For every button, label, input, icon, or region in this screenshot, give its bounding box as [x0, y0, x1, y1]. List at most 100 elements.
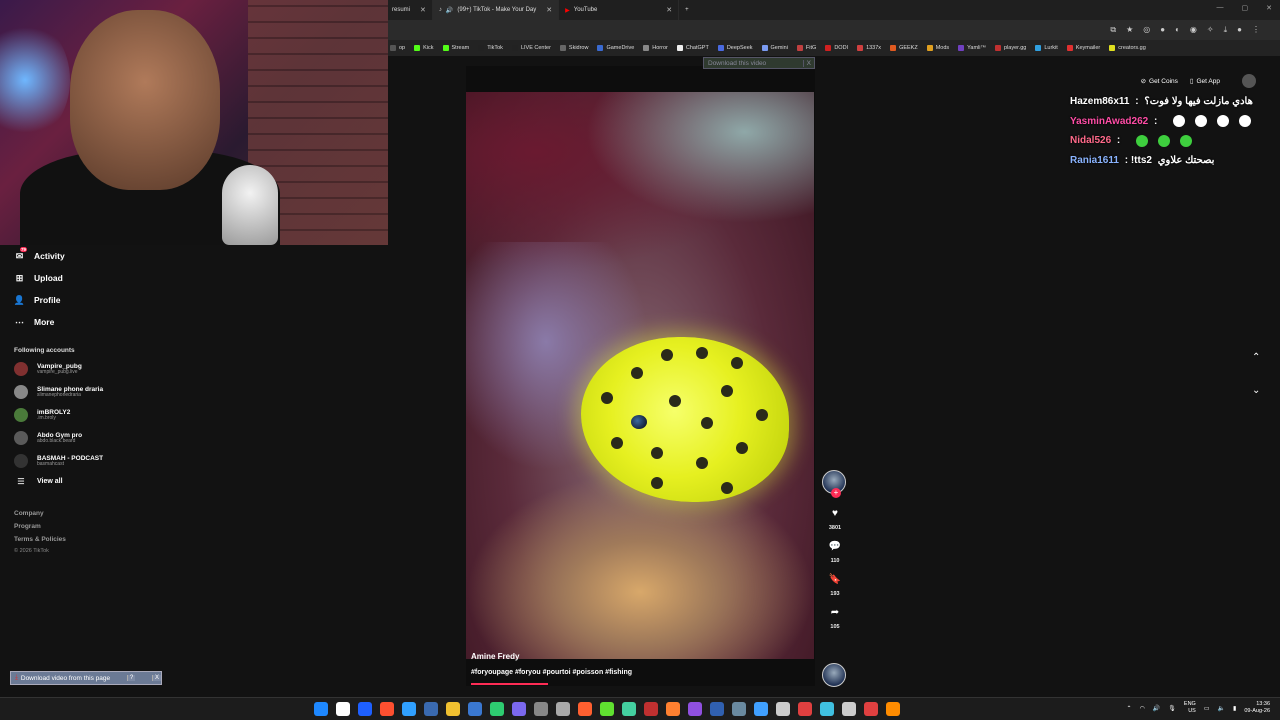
bookmark-item[interactable]: Keymailer	[1066, 45, 1100, 51]
taskbar-app-icon[interactable]	[556, 702, 570, 716]
footer-program-link[interactable]: Program	[0, 523, 230, 530]
video-hashtags[interactable]: #foryoupage #foryou #pourtoi #poisson #f…	[471, 669, 632, 676]
display-icon[interactable]: ▭	[1204, 705, 1210, 712]
taskbar-app-icon[interactable]	[600, 702, 614, 716]
tab-youtube[interactable]: ▶ YouTube ✕	[559, 0, 680, 20]
bookmark-item[interactable]: Stream	[442, 45, 469, 51]
taskbar-app-icon[interactable]	[688, 702, 702, 716]
minimize-icon[interactable]: —	[1217, 4, 1224, 12]
taskbar-app-icon[interactable]	[776, 702, 790, 716]
next-video-icon[interactable]: ⌄	[1252, 385, 1260, 396]
bookmark-item[interactable]: GEEKZ	[890, 45, 918, 51]
taskbar-app-icon[interactable]	[314, 702, 328, 716]
follow-plus-icon[interactable]: +	[831, 488, 841, 498]
download-icon[interactable]: ⤓	[1224, 25, 1228, 35]
bookmark-item[interactable]: ChatGPT	[676, 45, 709, 51]
save-button[interactable]: 🔖 193	[822, 574, 848, 597]
tab-tiktok[interactable]: ♪ 🔊 (99+) TikTok - Make Your Day ✕	[432, 0, 560, 20]
bookmark-item[interactable]: Mods	[926, 45, 949, 51]
bookmark-item[interactable]: LIVE Center	[511, 45, 551, 51]
bookmark-item[interactable]: DeepSeek	[717, 45, 753, 51]
extension-icon[interactable]: ◎	[1143, 25, 1150, 35]
bookmark-item[interactable]: op	[390, 45, 405, 51]
maximize-icon[interactable]: ▢	[1242, 4, 1249, 12]
profile-icon[interactable]: ●	[1237, 25, 1242, 35]
following-account-item[interactable]: Vampire_pubg vampire_pubg.live	[0, 361, 230, 377]
taskbar-app-icon[interactable]	[842, 702, 856, 716]
download-video-bar[interactable]: ⤓ Download video from this page ? X	[10, 671, 162, 685]
taskbar-app-icon[interactable]	[666, 702, 680, 716]
download-this-video-bar[interactable]: Download this video X	[703, 57, 815, 69]
music-disc-avatar[interactable]	[822, 663, 846, 687]
bookmark-item[interactable]: Skidrow	[559, 45, 588, 51]
like-button[interactable]: ♥ 3801	[822, 508, 848, 531]
close-button[interactable]: X	[802, 59, 814, 67]
help-button[interactable]: ?	[126, 675, 136, 681]
taskbar-app-icon[interactable]	[886, 702, 900, 716]
taskbar-app-icon[interactable]	[490, 702, 504, 716]
sidebar-item-more[interactable]: ⋯ More	[0, 311, 230, 333]
taskbar-app-icon[interactable]	[380, 702, 394, 716]
bookmark-item[interactable]: 1337x	[857, 45, 881, 51]
footer-company-link[interactable]: Company	[0, 510, 230, 517]
speaker-icon[interactable]: 🔊	[446, 7, 453, 14]
user-avatar[interactable]	[1242, 74, 1256, 88]
view-all-button[interactable]: ☰ View all	[0, 477, 230, 486]
extension-icon[interactable]: ◐	[1175, 25, 1180, 35]
taskbar-app-icon[interactable]	[446, 702, 460, 716]
language-indicator[interactable]: ENG US	[1184, 701, 1196, 715]
close-icon[interactable]: ✕	[420, 6, 426, 14]
taskbar-app-icon[interactable]	[644, 702, 658, 716]
bookmark-item[interactable]: creators.gg	[1109, 45, 1146, 51]
bookmark-item[interactable]: DODI	[825, 45, 848, 51]
taskbar-app-icon[interactable]	[424, 702, 438, 716]
open-in-app-icon[interactable]: ⧉	[1110, 25, 1116, 35]
speaker-icon[interactable]: 🔈	[1218, 705, 1225, 712]
video-author[interactable]: Amine Fredy	[471, 652, 519, 661]
creator-avatar[interactable]: +	[822, 470, 846, 498]
get-coins-button[interactable]: ⊘ Get Coins	[1141, 77, 1178, 86]
sidebar-item-upload[interactable]: ⊞ Upload	[0, 267, 230, 289]
star-icon[interactable]: ★	[1126, 25, 1133, 35]
tab-resumi[interactable]: resumi ✕	[386, 0, 433, 20]
following-account-item[interactable]: BASMAH - PODCAST basmahcast	[0, 453, 230, 469]
battery-icon[interactable]: ▮	[1233, 705, 1236, 712]
sidebar-item-profile[interactable]: 👤 Profile	[0, 289, 230, 311]
new-tab-button[interactable]: +	[679, 0, 695, 20]
close-window-icon[interactable]: ✕	[1266, 4, 1272, 12]
bookmark-item[interactable]: FitG	[796, 45, 816, 51]
close-icon[interactable]: ✕	[666, 6, 672, 14]
bookmark-item[interactable]: Yamli™	[958, 45, 986, 51]
menu-icon[interactable]: ⋮	[1252, 25, 1260, 35]
taskbar-app-icon[interactable]	[820, 702, 834, 716]
sidebar-item-activity[interactable]: ✉ 79 Activity	[0, 245, 230, 267]
taskbar-app-icon[interactable]	[732, 702, 746, 716]
taskbar-app-icon[interactable]	[622, 702, 636, 716]
taskbar-app-icon[interactable]	[798, 702, 812, 716]
taskbar-app-icon[interactable]	[512, 702, 526, 716]
get-app-button[interactable]: ▯ Get App	[1190, 77, 1220, 86]
puzzle-icon[interactable]: ✧	[1207, 25, 1214, 35]
bookmark-item[interactable]: Kick	[414, 45, 434, 51]
bookmark-item[interactable]: player.gg	[995, 45, 1026, 51]
following-account-item[interactable]: imBROLY2 .im.broly	[0, 407, 230, 423]
extension-icon[interactable]: ●	[1160, 25, 1165, 35]
taskbar-app-icon[interactable]	[468, 702, 482, 716]
close-icon[interactable]: ✕	[546, 6, 552, 14]
bookmark-item[interactable]: GameDrive	[597, 45, 634, 51]
wifi-icon[interactable]: ◠	[1140, 705, 1145, 712]
following-account-item[interactable]: Abdo Gym pro abdo.black.beard	[0, 430, 230, 446]
taskbar-app-icon[interactable]	[358, 702, 372, 716]
taskbar-app-icon[interactable]	[864, 702, 878, 716]
chevron-up-icon[interactable]: ⌃	[1127, 705, 1132, 712]
close-button[interactable]: X	[151, 675, 161, 681]
taskbar-app-icon[interactable]	[402, 702, 416, 716]
video-progress-bar[interactable]	[471, 683, 548, 685]
following-account-item[interactable]: Slimane phone draria slimanephonedraria	[0, 384, 230, 400]
taskbar-app-icon[interactable]	[754, 702, 768, 716]
extension-icon[interactable]: ◉	[1190, 25, 1197, 35]
taskbar-app-icon[interactable]	[534, 702, 548, 716]
comment-button[interactable]: 💬 110	[822, 541, 848, 564]
bookmark-item[interactable]: Lurkit	[1035, 45, 1058, 51]
taskbar-app-icon[interactable]	[336, 702, 350, 716]
